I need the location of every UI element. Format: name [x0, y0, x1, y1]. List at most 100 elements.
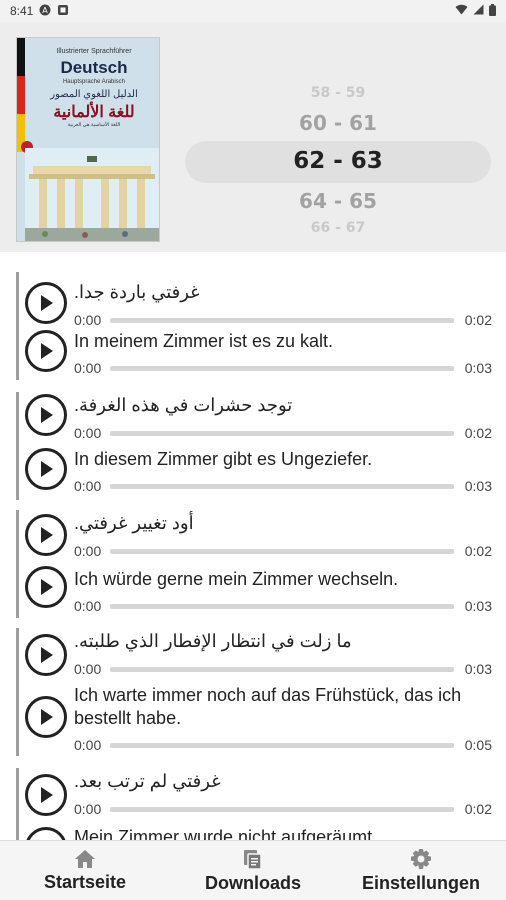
book-cover[interactable]: Illustrierter Sprachführer Deutsch Haupt…	[16, 37, 160, 242]
progress-track[interactable]	[110, 366, 454, 371]
audio-progress[interactable]: 0:00 0:02	[74, 801, 492, 817]
progress-track[interactable]	[110, 431, 454, 436]
play-button[interactable]	[25, 282, 67, 324]
nav-label-home: Startseite	[43, 872, 127, 892]
nav-item-downloads[interactable]: Downloads	[188, 841, 318, 900]
duration: 0:02	[464, 801, 492, 817]
play-button[interactable]	[25, 394, 67, 436]
phrase-text-arabic: غرفتي لم ترتب بعد.	[74, 771, 221, 791]
progress-track[interactable]	[110, 484, 454, 489]
current-time: 0:00	[74, 598, 102, 614]
phrase-text-arabic: ما زلت في انتظار الإفطار الذي طلبته.	[74, 631, 352, 651]
play-icon	[41, 787, 53, 803]
nav-label-downloads: Downloads	[204, 873, 301, 893]
phrase-text-arabic: أود تغيير غرفتي.	[74, 513, 194, 533]
phrase-text-arabic: غرفتي باردة جدا.	[74, 282, 200, 302]
audio-line-arabic: غرفتي باردة جدا. 0:00 0:02	[19, 277, 496, 328]
phrase-text-german: Mein Zimmer wurde nicht aufgeräumt.	[74, 827, 378, 840]
play-icon	[41, 407, 53, 423]
current-time: 0:00	[74, 425, 102, 441]
current-time: 0:00	[74, 360, 102, 376]
play-button[interactable]	[25, 774, 67, 816]
play-icon	[41, 527, 53, 543]
phrase-list[interactable]: غرفتي باردة جدا. 0:00 0:02 In meinem Zim…	[0, 252, 506, 840]
audio-line-arabic: أود تغيير غرفتي. 0:00 0:02	[19, 510, 496, 560]
flag-stripe-red	[17, 76, 25, 114]
phrase-group: ما زلت في انتظار الإفطار الذي طلبته. 0:0…	[16, 628, 496, 756]
play-button[interactable]	[25, 514, 67, 556]
play-button[interactable]	[25, 566, 67, 608]
audio-line-german: In diesem Zimmer gibt es Ungeziefer. 0:0…	[19, 448, 496, 498]
book-arabic-line3: اللغة الأساسية هي العربية	[67, 122, 121, 128]
play-icon	[41, 343, 53, 359]
audio-line-german: Mein Zimmer wurde nicht aufgeräumt.	[19, 824, 496, 840]
audio-progress[interactable]: 0:00 0:03	[74, 598, 492, 614]
phrase-text-german: In diesem Zimmer gibt es Ungeziefer.	[74, 449, 373, 469]
play-button[interactable]	[25, 448, 67, 490]
play-button[interactable]	[25, 696, 67, 738]
book-subtitle: Hauptsprache Arabisch	[62, 79, 126, 85]
media-icon	[57, 4, 69, 19]
status-time: 8:41	[10, 4, 34, 18]
phrase-text-german: Ich würde gerne mein Zimmer wechseln.	[74, 569, 399, 589]
audio-progress[interactable]: 0:00 0:03	[74, 360, 492, 376]
progress-track[interactable]	[110, 604, 454, 609]
home-icon	[75, 850, 95, 868]
phrase-group: توجد حشرات في هذه الغرفة. 0:00 0:02 In d…	[16, 392, 496, 500]
audio-line-german: In meinem Zimmer ist es zu kalt. 0:00 0:…	[19, 330, 496, 380]
progress-track[interactable]	[110, 807, 454, 812]
progress-track[interactable]	[110, 743, 454, 748]
svg-text:A: A	[43, 6, 49, 15]
audio-line-arabic: غرفتي لم ترتب بعد. 0:00 0:02	[19, 768, 496, 818]
picker-item[interactable]: 60 - 61	[185, 111, 491, 135]
nav-item-settings[interactable]: Einstellungen	[356, 841, 486, 900]
audio-progress[interactable]: 0:00 0:02	[74, 312, 492, 328]
current-time: 0:00	[74, 661, 102, 677]
downloads-icon	[244, 850, 262, 870]
audio-progress[interactable]: 0:00 0:03	[74, 661, 492, 677]
picker-item-selected[interactable]: 62 - 63	[185, 148, 491, 174]
picker-item[interactable]: 64 - 65	[185, 189, 491, 213]
play-button[interactable]	[25, 330, 67, 372]
duration: 0:05	[464, 737, 492, 753]
audio-line-german: Ich würde gerne mein Zimmer wechseln. 0:…	[19, 566, 496, 616]
duration: 0:03	[464, 360, 492, 376]
audio-progress[interactable]: 0:00 0:02	[74, 543, 492, 559]
book-arabic-line2: للغة الألمانية	[53, 104, 135, 121]
progress-track[interactable]	[110, 667, 454, 672]
nav-item-home[interactable]: Startseite	[20, 841, 150, 900]
duration: 0:02	[464, 312, 492, 328]
play-icon	[41, 579, 53, 595]
audio-line-german: Ich warte immer noch auf das Frühstück, …	[19, 684, 496, 754]
progress-track[interactable]	[110, 549, 454, 554]
play-icon	[41, 461, 53, 477]
page-range-picker[interactable]: 58 - 59 60 - 61 62 - 63 64 - 65 66 - 67	[185, 44, 491, 274]
audio-progress[interactable]: 0:00 0:05	[74, 737, 492, 753]
play-button[interactable]	[25, 634, 67, 676]
picker-item[interactable]: 66 - 67	[185, 220, 491, 236]
phrase-group: غرفتي لم ترتب بعد. 0:00 0:02 Mein Zimmer…	[16, 768, 496, 840]
progress-track[interactable]	[110, 318, 454, 323]
audio-progress[interactable]: 0:00 0:02	[74, 425, 492, 441]
current-time: 0:00	[74, 478, 102, 494]
duration: 0:02	[464, 543, 492, 559]
picker-item[interactable]: 58 - 59	[185, 85, 491, 101]
phrase-text-german: Ich warte immer noch auf das Frühstück, …	[74, 685, 462, 728]
current-time: 0:00	[74, 543, 102, 559]
duration: 0:03	[464, 478, 492, 494]
phrase-group: أود تغيير غرفتي. 0:00 0:02 Ich würde ger…	[16, 510, 496, 618]
phrase-group: غرفتي باردة جدا. 0:00 0:02 In meinem Zim…	[16, 272, 496, 380]
play-icon	[41, 709, 53, 725]
signal-icon	[473, 4, 484, 18]
book-title: Deutsch	[60, 58, 128, 77]
battery-icon	[489, 3, 496, 19]
a-icon: A	[39, 4, 51, 19]
gear-icon	[411, 849, 431, 869]
play-icon	[41, 647, 53, 663]
header: Illustrierter Sprachführer Deutsch Haupt…	[0, 22, 506, 252]
audio-line-arabic: توجد حشرات في هذه الغرفة. 0:00 0:02	[19, 392, 496, 442]
phrase-text-arabic: توجد حشرات في هذه الغرفة.	[74, 395, 293, 415]
audio-progress[interactable]: 0:00 0:03	[74, 478, 492, 494]
phrase-text-german: In meinem Zimmer ist es zu kalt.	[74, 331, 334, 351]
play-button[interactable]	[25, 827, 67, 840]
